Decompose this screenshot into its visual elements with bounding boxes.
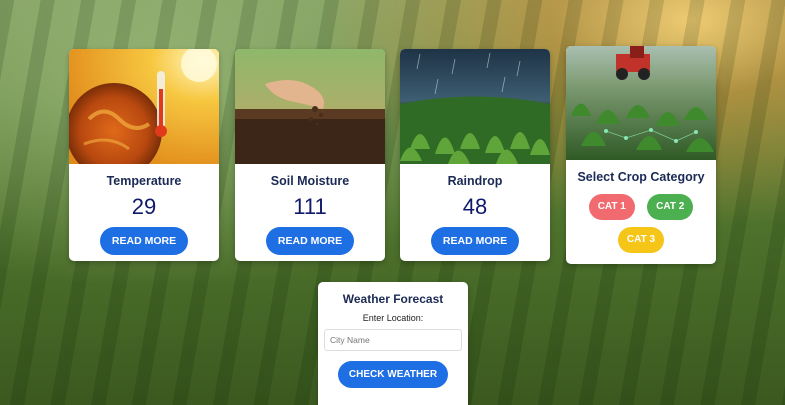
cat-1-button[interactable]: CAT 1 [588,194,635,220]
crop-category-card: Select Crop Category CAT 1 CAT 2 CAT 3 [566,46,716,264]
location-label: Enter Location: [362,313,424,323]
tractor-field-image [566,46,716,160]
card-value: 48 [462,194,488,219]
raindrop-card: Raindrop 48 READ MORE [400,49,550,261]
card-title: Soil Moisture [270,174,350,188]
temperature-card: Temperature 29 READ MORE [69,49,219,261]
rain-image [400,49,550,164]
check-weather-button[interactable]: CHECK WEATHER [337,361,449,388]
temperature-image [69,49,219,179]
soil-image [235,49,385,164]
cat-2-button[interactable]: CAT 2 [647,194,694,220]
read-more-button[interactable]: READ MORE [430,227,520,255]
category-row: CAT 1 CAT 2 [566,194,716,220]
read-more-button[interactable]: READ MORE [265,227,355,255]
weather-title: Weather Forecast [342,292,444,306]
read-more-button[interactable]: READ MORE [99,227,189,255]
crop-category-title: Select Crop Category [577,170,705,184]
weather-forecast-card: Weather Forecast Enter Location: CHECK W… [318,282,468,405]
card-value: 29 [131,194,157,219]
card-title: Raindrop [447,174,503,188]
soil-moisture-card: Soil Moisture 111 READ MORE [235,49,385,261]
city-input[interactable] [324,329,462,351]
category-row: CAT 3 [566,227,716,253]
cat-3-button[interactable]: CAT 3 [618,227,664,253]
card-title: Temperature [106,174,182,188]
card-value: 111 [293,194,327,219]
